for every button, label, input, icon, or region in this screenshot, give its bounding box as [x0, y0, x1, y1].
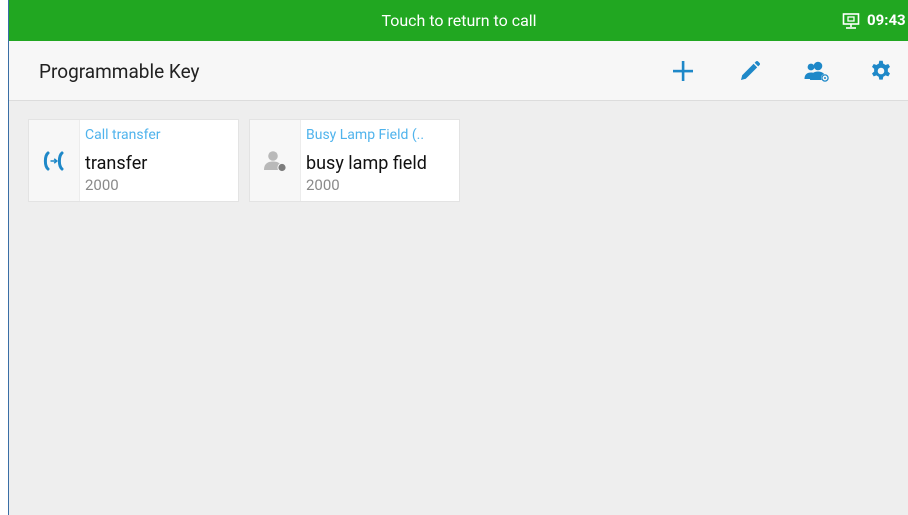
screen: Touch to return to call 09:43 Programmab… [8, 0, 908, 515]
contacts-button[interactable] [802, 56, 832, 86]
key-icon-column [29, 120, 80, 201]
edit-icon [741, 60, 761, 80]
key-name: transfer [85, 153, 148, 174]
ethernet-icon [842, 12, 860, 30]
key-number: 2000 [306, 176, 340, 194]
programmable-key-card[interactable]: Busy Lamp Field (.. busy lamp field 2000 [249, 119, 460, 202]
add-button[interactable] [668, 56, 698, 86]
contact-status-icon [264, 150, 287, 172]
key-type-label: Call transfer [85, 127, 161, 143]
return-to-call-text[interactable]: Touch to return to call [9, 0, 908, 41]
key-icon-column [250, 120, 301, 201]
key-number: 2000 [85, 176, 119, 194]
settings-button[interactable] [866, 56, 896, 86]
add-icon [673, 61, 693, 81]
in-call-status-bar[interactable]: Touch to return to call 09:43 [9, 0, 908, 41]
key-type-label: Busy Lamp Field (.. [306, 127, 425, 143]
programmable-key-card[interactable]: Call transfer transfer 2000 [28, 119, 239, 202]
key-name: busy lamp field [306, 153, 427, 174]
status-clock: 09:43 [867, 11, 906, 29]
edit-button[interactable] [735, 56, 765, 86]
contacts-icon [804, 61, 829, 82]
page-title: Programmable Key [39, 60, 200, 83]
settings-icon [872, 60, 890, 80]
app-header: Programmable Key [9, 41, 908, 101]
call-transfer-icon [43, 151, 64, 170]
